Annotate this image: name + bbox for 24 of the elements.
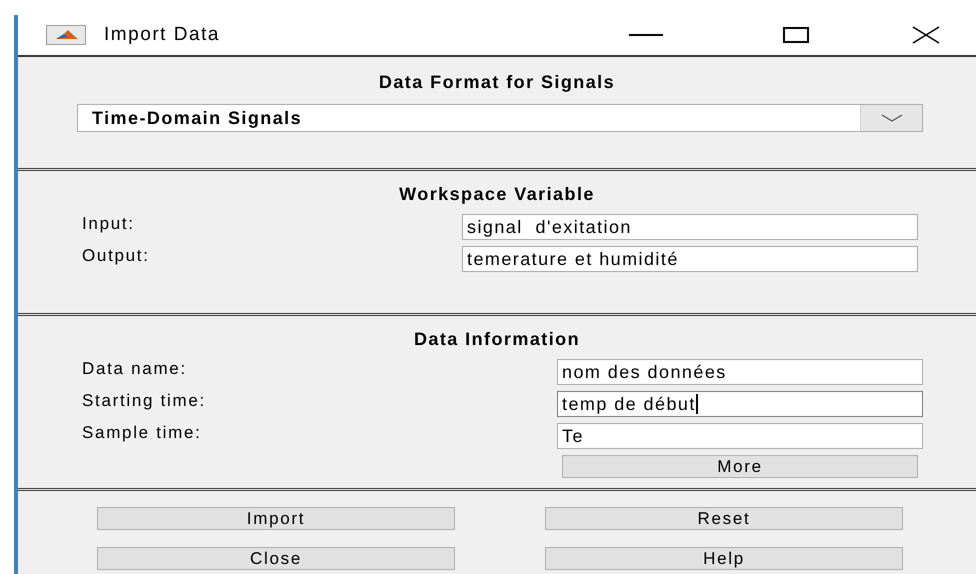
- section-title: Data Format for Signals: [378, 71, 616, 94]
- text-cursor: [696, 394, 698, 414]
- field-label: Data name:: [82, 359, 188, 379]
- text-field[interactable]: temerature et humidité: [462, 246, 918, 272]
- dialog-button[interactable]: Reset: [545, 507, 903, 530]
- section-title: Workspace Variable: [399, 183, 595, 206]
- field-label: Input:: [82, 214, 136, 234]
- dropdown[interactable]: Time-Domain Signals: [77, 104, 923, 132]
- dialog-button[interactable]: Close: [97, 547, 455, 570]
- close-icon: [912, 26, 940, 44]
- field-label: Sample time:: [82, 423, 203, 443]
- chevron-down-icon: [880, 114, 902, 122]
- dialog-button[interactable]: Help: [545, 547, 903, 570]
- text-field[interactable]: nom des données: [557, 359, 923, 385]
- text-field[interactable]: temp de début: [557, 391, 923, 417]
- text-field[interactable]: signal d'exitation: [462, 214, 918, 240]
- text-field[interactable]: Te: [557, 423, 923, 449]
- section-title: Data Information: [414, 328, 580, 351]
- dialog-button[interactable]: More: [562, 455, 918, 478]
- field-label: Starting time:: [82, 391, 207, 411]
- app-icon: [46, 25, 86, 45]
- field-label: Output:: [82, 246, 151, 266]
- window-title: Import Data: [104, 22, 220, 47]
- dialog-button[interactable]: Import: [97, 507, 455, 530]
